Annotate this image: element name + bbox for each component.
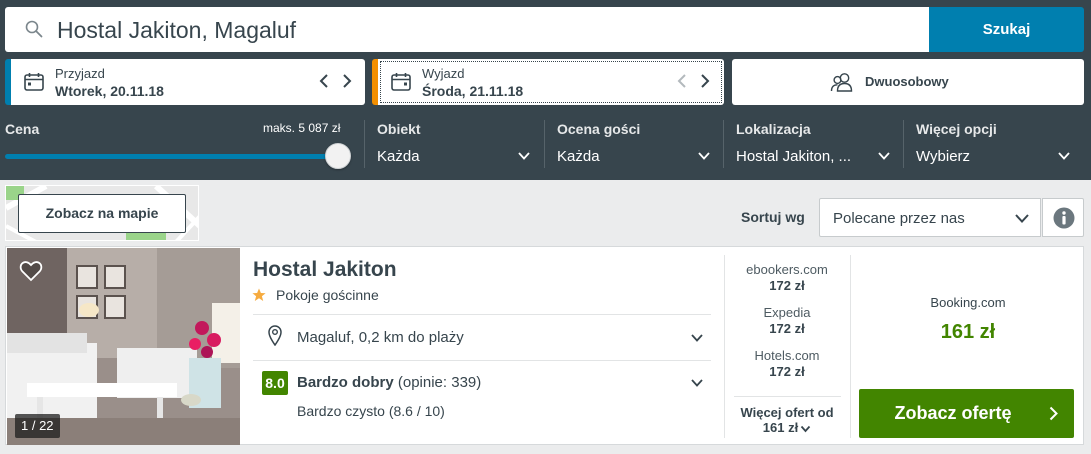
location-filter-select[interactable]: Hostal Jakiton, ...	[736, 148, 851, 165]
room-type-selector[interactable]: Dwuosobowy	[732, 59, 1084, 105]
chevron-left-icon[interactable]	[674, 72, 690, 90]
rating-summary[interactable]: Bardzo dobry (opinie: 339)	[297, 374, 481, 391]
chevron-down-icon[interactable]	[690, 378, 704, 388]
provider-name: Hotels.com	[754, 348, 820, 363]
checkin-label: Przyjazd	[55, 66, 105, 81]
sort-label: Sortuj wg	[741, 209, 805, 225]
search-input[interactable]: Hostal Jakiton, Magaluf	[5, 7, 929, 52]
rating-count: (opinie: 339)	[397, 374, 482, 391]
price-max-label: maks. 5 087 zł	[263, 121, 341, 135]
provider-name: Expedia	[763, 305, 811, 320]
view-deal-button[interactable]: Zobacz ofertę	[859, 389, 1074, 438]
chevron-down-icon[interactable]	[697, 151, 711, 161]
chevron-down-icon[interactable]	[690, 333, 704, 343]
room-type-label: Dwuosobowy	[865, 74, 949, 89]
provider-price: 172 zł	[769, 321, 805, 336]
chevron-down-icon[interactable]	[1057, 151, 1071, 161]
rating-label: Bardzo dobry	[297, 374, 394, 391]
more-offers-price: 161 zł	[762, 420, 799, 435]
provider-price: 172 zł	[769, 364, 805, 379]
provider-name: ebookers.com	[746, 262, 828, 277]
divider	[253, 360, 711, 361]
hotel-result-card: 1 / 22 Hostal Jakiton Pokoje gościnne Ma…	[5, 246, 1084, 445]
filter-divider	[903, 120, 904, 168]
chevron-right-icon[interactable]	[339, 72, 355, 90]
search-icon	[25, 20, 43, 38]
hotel-type: Pokoje gościnne	[276, 287, 379, 303]
more-offers-link[interactable]: Więcej ofert od 161 zł	[724, 405, 850, 435]
sort-value: Polecane przez nas	[833, 210, 965, 227]
chevron-right-icon[interactable]	[697, 72, 713, 90]
chevron-down-icon[interactable]	[517, 151, 531, 161]
provider-price: 172 zł	[769, 278, 805, 293]
hotel-photo[interactable]: 1 / 22	[7, 248, 240, 445]
filter-divider	[723, 120, 724, 168]
search-button[interactable]: Szukaj	[929, 7, 1084, 52]
location-pin-icon	[268, 325, 282, 346]
location-filter-label: Lokalizacja	[736, 121, 811, 137]
chevron-right-icon	[1049, 406, 1058, 421]
photo-counter: 1 / 22	[15, 414, 60, 438]
guest-rating-filter-select[interactable]: Każda	[557, 148, 600, 165]
provider-offer[interactable]: Expedia 172 zł	[724, 305, 850, 336]
property-filter-select[interactable]: Każda	[377, 148, 420, 165]
rating-detail: Bardzo czysto (8.6 / 10)	[297, 403, 445, 419]
info-icon	[1053, 207, 1075, 229]
best-offer-price[interactable]: 161 zł	[860, 321, 1076, 344]
rating-score-badge: 8.0	[262, 371, 288, 395]
people-icon	[830, 73, 853, 92]
price-slider-handle[interactable]	[325, 143, 351, 169]
guest-rating-filter-label: Ocena gości	[557, 121, 641, 137]
sort-select[interactable]: Polecane przez nas	[819, 198, 1041, 237]
checkin-date-field[interactable]: Przyjazd Wtorek, 20.11.18	[5, 59, 365, 105]
best-offer-provider: Booking.com	[930, 295, 1006, 310]
filter-divider	[544, 120, 545, 168]
chevron-down-icon[interactable]	[877, 151, 891, 161]
hotel-name[interactable]: Hostal Jakiton	[253, 258, 397, 282]
divider	[253, 314, 711, 315]
star-icon	[252, 288, 266, 301]
chevron-down-icon	[1015, 214, 1029, 223]
filter-divider	[364, 120, 365, 168]
heart-icon[interactable]	[19, 260, 43, 282]
search-query[interactable]: Hostal Jakiton, Magaluf	[57, 17, 296, 43]
hotel-location[interactable]: Magaluf, 0,2 km do plaży	[297, 329, 464, 346]
price-filter-label: Cena	[5, 121, 40, 137]
provider-offer[interactable]: ebookers.com 172 zł	[724, 262, 850, 293]
checkout-value: Środa, 21.11.18	[422, 83, 524, 99]
show-map-button[interactable]: Zobacz na mapie	[18, 194, 186, 233]
search-panel: Hostal Jakiton, Magaluf Szukaj Przyjazd …	[0, 0, 1091, 180]
checkin-value: Wtorek, 20.11.18	[55, 83, 164, 99]
price-slider-track[interactable]	[5, 154, 338, 159]
chevron-down-icon	[801, 425, 811, 432]
chevron-left-icon[interactable]	[316, 72, 332, 90]
calendar-icon	[24, 73, 44, 91]
more-options-filter-label: Więcej opcji	[916, 121, 997, 137]
more-offers-label: Więcej ofert od	[740, 405, 834, 420]
sort-info-button[interactable]	[1042, 198, 1084, 237]
property-filter-label: Obiekt	[377, 121, 421, 137]
checkout-date-field[interactable]: Wyjazd Środa, 21.11.18	[372, 59, 724, 105]
checkout-label: Wyjazd	[422, 66, 465, 81]
view-deal-label: Zobacz ofertę	[894, 403, 1012, 423]
calendar-icon	[391, 73, 411, 91]
divider	[850, 255, 851, 438]
more-options-filter-select[interactable]: Wybierz	[916, 148, 970, 165]
divider	[734, 396, 841, 397]
provider-offer[interactable]: Hotels.com 172 zł	[724, 348, 850, 379]
